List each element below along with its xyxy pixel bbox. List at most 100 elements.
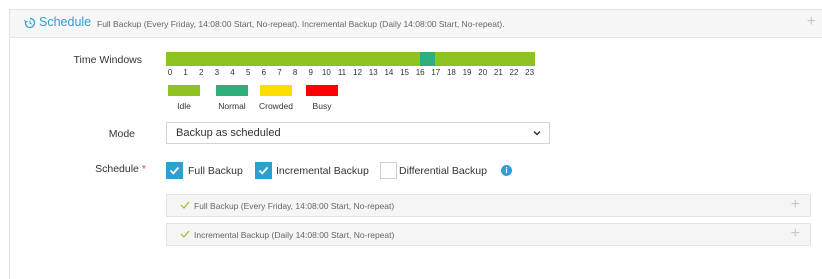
time-window-cell[interactable]	[335, 52, 343, 66]
checkmark-icon	[169, 166, 180, 175]
required-asterisk: *	[141, 163, 146, 175]
time-window-hour-scale: 0 1 2 3 4 5 6 7 8 9 10 11 12 13 14 15 16 17 18 19 20 21 22 23	[166, 68, 535, 78]
schedule-label: Schedule *	[66, 163, 146, 175]
time-window-cell[interactable]	[365, 52, 374, 66]
mode-select[interactable]: Backup as scheduled	[166, 122, 550, 144]
time-window-cell[interactable]	[212, 52, 220, 66]
time-window-cell[interactable]	[427, 52, 436, 66]
differential-backup-label[interactable]: Differential Backup	[399, 165, 487, 177]
time-window-cell[interactable]	[235, 52, 243, 66]
full-backup-label[interactable]: Full Backup	[188, 165, 243, 177]
time-window-cell[interactable]	[504, 52, 512, 66]
hour-tick-label: 15	[400, 68, 409, 77]
time-window-cell[interactable]	[473, 52, 482, 66]
time-window-cell[interactable]	[442, 52, 451, 66]
time-window-cell[interactable]	[227, 52, 236, 66]
panel-title: Schedule	[39, 15, 92, 29]
hour-tick-label: 2	[199, 68, 204, 77]
info-icon[interactable]: i	[501, 165, 512, 176]
hour-tick-label: 11	[337, 68, 347, 77]
incremental-backup-checkbox[interactable]	[255, 162, 272, 179]
hour-tick-label: 16	[415, 68, 425, 77]
time-window-cell[interactable]	[296, 52, 305, 66]
time-window-cell[interactable]	[388, 52, 397, 66]
time-window-cell[interactable]	[381, 52, 389, 66]
time-window-cell[interactable]	[196, 52, 205, 66]
time-window-cell[interactable]	[450, 52, 459, 66]
time-window-cell[interactable]	[342, 52, 351, 66]
hour-tick-label: 12	[353, 68, 363, 77]
hour-tick-label: 18	[446, 68, 456, 77]
time-window-cell[interactable]	[373, 52, 382, 66]
time-window-cell[interactable]	[404, 52, 412, 66]
time-window-cell[interactable]	[327, 52, 336, 66]
legend-swatch	[168, 85, 200, 96]
time-window-cell[interactable]	[312, 52, 320, 66]
expand-plus-icon[interactable]: +	[791, 196, 800, 214]
time-window-cell[interactable]	[350, 52, 359, 66]
time-window-cell[interactable]	[304, 52, 313, 66]
incremental-backup-schedule-text: Incremental Backup (Daily 14:08:00 Start…	[194, 230, 395, 240]
hour-tick-label: 14	[384, 68, 394, 77]
time-window-cell[interactable]	[273, 52, 282, 66]
time-window-cell[interactable]	[419, 52, 428, 66]
expand-plus-icon[interactable]: +	[791, 225, 800, 243]
time-window-cell[interactable]	[189, 52, 197, 66]
time-window-cell[interactable]	[181, 52, 190, 66]
hour-tick-label: 1	[183, 68, 188, 77]
time-window-cell[interactable]	[488, 52, 497, 66]
full-backup-schedule-row[interactable]: Full Backup (Every Friday, 14:08:00 Star…	[166, 194, 811, 217]
legend-item-busy: Busy	[302, 85, 342, 111]
time-window-cell[interactable]	[481, 52, 489, 66]
time-window-cell[interactable]	[166, 52, 174, 66]
time-window-cell[interactable]	[458, 52, 466, 66]
time-window-cell[interactable]	[511, 52, 520, 66]
mode-selected-value: Backup as scheduled	[176, 127, 281, 139]
hour-tick-label: 13	[368, 68, 378, 77]
incremental-backup-label[interactable]: Incremental Backup	[276, 165, 369, 177]
time-window-cell[interactable]	[412, 52, 420, 66]
chevron-down-icon	[533, 130, 541, 136]
checkmark-icon	[258, 166, 269, 175]
time-window-cell[interactable]	[527, 52, 535, 66]
full-backup-schedule-text: Full Backup (Every Friday, 14:08:00 Star…	[194, 201, 395, 211]
schedule-panel-header[interactable]: Schedule Full Backup (Every Friday, 14:0…	[10, 10, 822, 38]
time-window-cell[interactable]	[358, 52, 366, 66]
time-window-cell[interactable]	[496, 52, 505, 66]
incremental-backup-schedule-row[interactable]: Incremental Backup (Daily 14:08:00 Start…	[166, 223, 811, 246]
hour-tick-label: 20	[478, 68, 488, 77]
hour-tick-label: 6	[261, 68, 267, 77]
time-window-bar[interactable]	[166, 52, 535, 66]
expand-plus-icon[interactable]: +	[807, 13, 816, 31]
time-window-cell[interactable]	[258, 52, 266, 66]
hour-tick-label: 10	[321, 68, 331, 77]
hour-tick-label: 0	[167, 68, 173, 77]
legend-item-idle: Idle	[164, 85, 204, 111]
time-window-cell[interactable]	[289, 52, 297, 66]
time-window-cell[interactable]	[281, 52, 289, 66]
legend-label: Normal	[218, 101, 246, 111]
legend-item-normal: Normal	[212, 85, 252, 111]
hour-tick-label: 9	[308, 68, 313, 77]
hour-tick-label: 23	[525, 68, 535, 77]
legend-item-crowded: Crowded	[256, 85, 296, 111]
hour-tick-label: 7	[277, 68, 282, 77]
time-window-cell[interactable]	[204, 52, 213, 66]
hour-tick-label: 19	[462, 68, 472, 77]
time-window-cell[interactable]	[465, 52, 474, 66]
time-window-cell[interactable]	[219, 52, 228, 66]
time-window-cell[interactable]	[319, 52, 328, 66]
mode-label: Mode	[108, 128, 135, 140]
time-window-cell[interactable]	[173, 52, 182, 66]
time-window-cell[interactable]	[435, 52, 443, 66]
schedule-label-text: Schedule	[95, 163, 139, 175]
full-backup-checkbox[interactable]	[166, 162, 183, 179]
differential-backup-checkbox[interactable]	[380, 162, 397, 179]
time-window-cell[interactable]	[242, 52, 251, 66]
time-window-cell[interactable]	[250, 52, 259, 66]
time-window-cell[interactable]	[265, 52, 274, 66]
time-window-cell[interactable]	[396, 52, 405, 66]
legend-swatch	[216, 85, 248, 96]
hour-tick-label: 22	[509, 68, 519, 77]
time-window-cell[interactable]	[519, 52, 528, 66]
